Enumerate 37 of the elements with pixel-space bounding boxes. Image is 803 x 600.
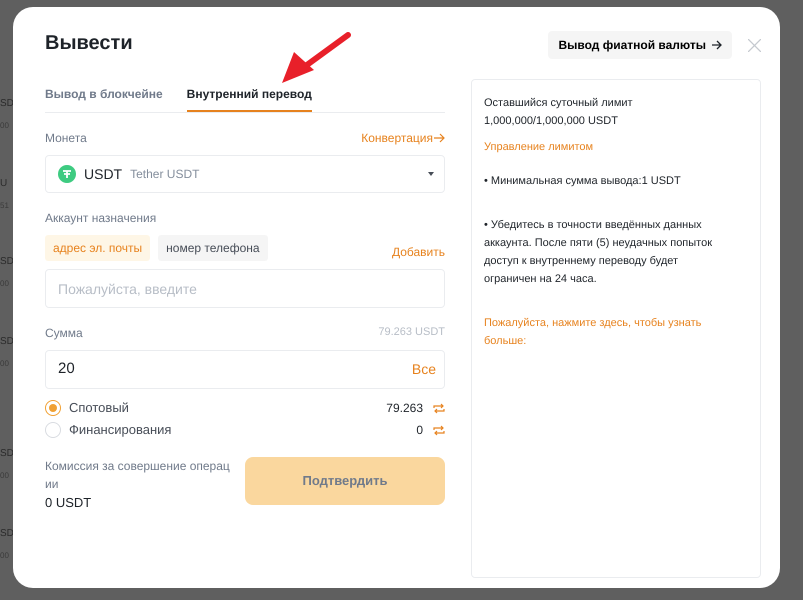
close-icon[interactable] [748, 38, 761, 52]
account-type-tab[interactable]: адрес эл. почты [45, 235, 150, 261]
radio-button[interactable] [45, 422, 61, 438]
fee-label: Комиссия за совершение операции [45, 458, 231, 493]
field-label: Аккаунт назначения [45, 210, 158, 227]
arrow-right-icon [434, 133, 445, 143]
limit-value: 1,000,000/1,000,000 USDT [484, 114, 619, 129]
limit-label: Оставшийся суточный лимит [484, 96, 634, 111]
wallet-balance: 0 [416, 422, 423, 439]
coin-icon [58, 165, 76, 183]
dropdown-caret-icon [428, 172, 434, 176]
wallet-label: Спотовый [69, 399, 129, 418]
tab[interactable]: Внутренний перевод [186, 85, 312, 112]
transfer-icon[interactable] [433, 402, 445, 414]
dialog-title: Вывести [45, 31, 134, 55]
coin-select[interactable]: USDT Tether USDT [45, 155, 445, 193]
wallet-label: Финансирования [69, 421, 172, 440]
add-link[interactable]: Добавить [392, 243, 445, 261]
max-button[interactable]: Все [412, 359, 436, 380]
learn-more-link[interactable]: Пожалуйста, нажмите здесь, чтобы узнать больше: [484, 314, 728, 350]
available-balance: 79.263 USDT [378, 325, 445, 340]
fiat-withdraw-button[interactable]: Вывод фиатной валюты [548, 31, 732, 59]
tab[interactable]: Вывод в блокчейне [45, 85, 163, 112]
note-text: • Убедитесь в точности введённых данных аккаунта. После пяти (5) неудачных попыток доступ к внутреннему переводу будет ограничен на 24 часа. [484, 218, 714, 287]
amount-input-field[interactable]: 20 Все [45, 350, 445, 389]
arrow-right-icon [712, 40, 722, 50]
fee-value: 0 USDT [45, 494, 92, 512]
account-input-field[interactable]: Пожалуйста, введите [45, 269, 445, 308]
transfer-icon[interactable] [433, 424, 445, 436]
field-label: Сумма [45, 325, 83, 342]
note-text: • Минимальная сумма вывода:1 USDT [484, 174, 682, 189]
convert-link[interactable]: Конвертация [361, 129, 445, 147]
wallet-balance: 79.263 [386, 400, 423, 417]
field-label: Монета [45, 130, 87, 147]
radio-button[interactable] [45, 400, 61, 416]
account-type-tab[interactable]: номер телефона [158, 235, 268, 261]
manage-limit-link[interactable]: Управление лимитом [484, 141, 594, 153]
